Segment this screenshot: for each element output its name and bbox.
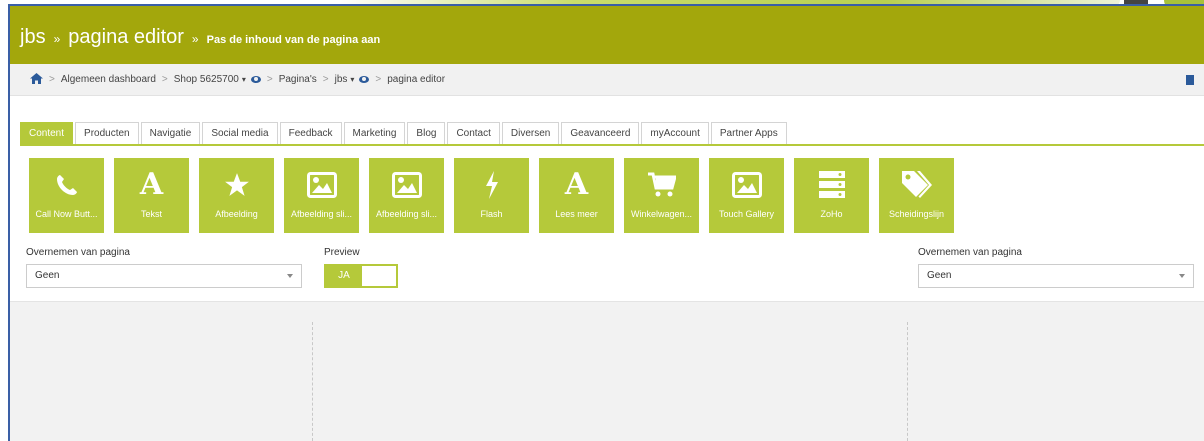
tab-blog[interactable]: Blog	[407, 122, 446, 144]
text-a-glyph: A	[564, 167, 589, 202]
breadcrumb-pages[interactable]: Pagina's	[279, 74, 317, 85]
select-value: Geen	[35, 270, 60, 281]
widget-tekst[interactable]: A Tekst	[114, 158, 189, 233]
image-icon	[369, 170, 444, 200]
breadcrumb-separator: >	[49, 74, 55, 85]
header-site[interactable]: jbs	[20, 26, 46, 49]
widget-zoho[interactable]: ZoHo	[794, 158, 869, 233]
flash-icon	[454, 170, 529, 200]
chevron-down-icon[interactable]: ▾	[242, 75, 246, 84]
widget-afbeelding-slider-2[interactable]: Afbeelding sli...	[369, 158, 444, 233]
overnemen-select-left[interactable]: Geen	[26, 264, 302, 288]
widget-winkelwagen[interactable]: Winkelwagen...	[624, 158, 699, 233]
tab-diversen[interactable]: Diversen	[501, 122, 560, 144]
widget-label: Scheidingslijn	[888, 209, 945, 219]
widget-label: Flash	[480, 209, 503, 219]
eye-icon[interactable]	[250, 76, 261, 83]
widget-label: Afbeelding	[215, 209, 258, 219]
document-icon[interactable]	[1186, 75, 1194, 85]
text-a-icon: A	[114, 170, 189, 200]
widget-scheidingslijn[interactable]: Scheidingslijn	[879, 158, 954, 233]
breadcrumb-separator: >	[322, 74, 329, 85]
text-a-icon: A	[539, 170, 614, 200]
header-subtitle: Pas de inhoud van de pagina aan	[206, 34, 381, 46]
phone-icon	[29, 170, 104, 200]
breadcrumb-dashboard[interactable]: Algemeen dashboard	[61, 74, 156, 85]
widget-palette: Call Now Butt... A Tekst Afbeelding Afbe…	[29, 158, 964, 233]
eye-icon[interactable]	[359, 76, 370, 83]
star-icon	[199, 170, 274, 200]
chevron-down-icon	[1179, 274, 1185, 278]
preview-toggle[interactable]: JA	[324, 264, 398, 288]
cart-icon	[624, 170, 699, 200]
tab-contact[interactable]: Contact	[447, 122, 500, 144]
breadcrumb-separator: >	[161, 74, 168, 85]
breadcrumb: > Algemeen dashboard > Shop 5625700 ▾ > …	[10, 64, 1204, 96]
home-icon[interactable]	[30, 72, 43, 87]
tab-feedback[interactable]: Feedback	[279, 122, 342, 144]
widget-label: Afbeelding sli...	[290, 209, 353, 219]
widget-lees-meer[interactable]: A Lees meer	[539, 158, 614, 233]
widget-afbeelding-slider[interactable]: Afbeelding sli...	[284, 158, 359, 233]
page-header: jbs » pagina editor » Pas de inhoud van …	[10, 6, 1204, 64]
overnemen-label-right: Overnemen van pagina	[918, 247, 1022, 258]
widget-call-now-button[interactable]: Call Now Butt...	[29, 158, 104, 233]
breadcrumb-jbs[interactable]: jbs	[335, 74, 348, 85]
widget-label: Touch Gallery	[718, 209, 775, 219]
tags-icon	[879, 170, 954, 200]
text-a-glyph: A	[139, 167, 164, 202]
widget-afbeelding[interactable]: Afbeelding	[199, 158, 274, 233]
column-divider	[312, 322, 313, 441]
image-icon	[284, 170, 359, 200]
widget-label: Lees meer	[555, 209, 598, 219]
chevron-down-icon[interactable]: ▾	[350, 75, 354, 84]
widget-label: Call Now Butt...	[35, 209, 98, 219]
tab-myaccount[interactable]: myAccount	[641, 122, 709, 144]
breadcrumb-current: pagina editor	[387, 74, 446, 85]
tab-content[interactable]: Content	[20, 122, 74, 146]
header-page: pagina editor	[68, 26, 184, 48]
breadcrumb-separator: >	[266, 74, 273, 85]
overnemen-select-right[interactable]: Geen	[918, 264, 1194, 288]
header-separator: »	[191, 32, 199, 46]
select-value: Geen	[927, 270, 952, 281]
widget-label: ZoHo	[820, 209, 843, 219]
widget-label: Tekst	[140, 209, 162, 219]
breadcrumb-shop[interactable]: Shop 5625700	[174, 74, 239, 85]
tab-marketing[interactable]: Marketing	[343, 122, 406, 144]
tab-geavanceerd[interactable]: Geavanceerd	[561, 122, 640, 144]
image-icon	[709, 170, 784, 200]
tab-navigatie[interactable]: Navigatie	[140, 122, 201, 144]
widget-label: Winkelwagen...	[630, 209, 693, 219]
preview-toggle-on: JA	[326, 266, 362, 286]
server-icon	[794, 170, 869, 200]
overnemen-label-left: Overnemen van pagina	[26, 247, 130, 258]
chevron-down-icon	[287, 274, 293, 278]
preview-label: Preview	[324, 247, 360, 258]
tab-partner-apps[interactable]: Partner Apps	[710, 122, 787, 144]
header-separator: »	[53, 32, 61, 46]
breadcrumb-separator: >	[375, 74, 382, 85]
column-divider	[907, 322, 908, 441]
editor-canvas[interactable]	[10, 301, 1204, 441]
tab-social-media[interactable]: Social media	[202, 122, 278, 144]
widget-touch-gallery[interactable]: Touch Gallery	[709, 158, 784, 233]
widget-label: Afbeelding sli...	[375, 209, 438, 219]
widget-flash[interactable]: Flash	[454, 158, 529, 233]
tab-bar: Content Producten Navigatie Social media…	[20, 122, 1204, 146]
tab-producten[interactable]: Producten	[75, 122, 139, 144]
app-frame: jbs » pagina editor » Pas de inhoud van …	[8, 4, 1204, 441]
